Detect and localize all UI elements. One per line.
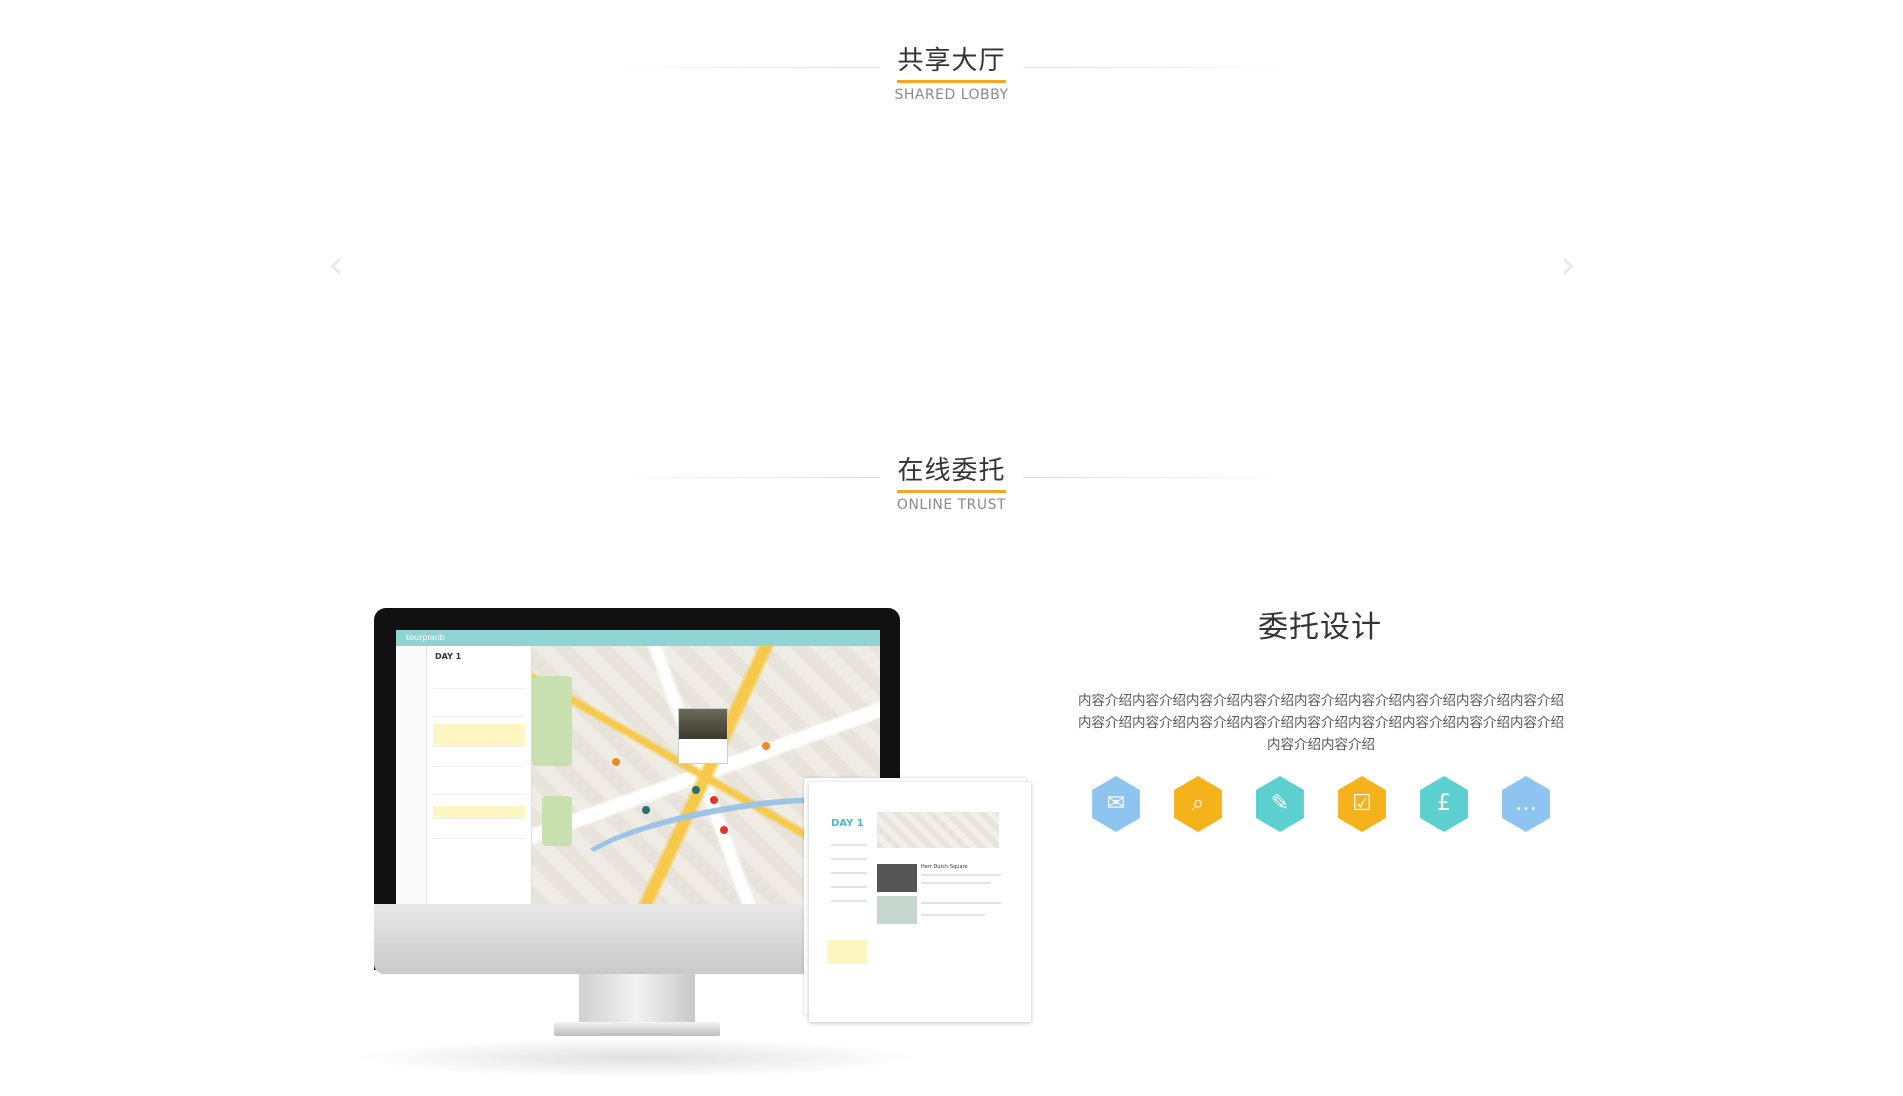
sheet-text-line — [921, 902, 1001, 904]
monitor-stand-foot — [554, 1022, 720, 1036]
map-pin — [762, 742, 770, 750]
app-sidebar — [396, 646, 427, 904]
map-pin — [642, 806, 650, 814]
sheet-text-line — [831, 886, 867, 888]
sheet-text-line — [921, 882, 991, 884]
chat-icon[interactable]: … — [1502, 776, 1550, 832]
edit-icon-glyph: ✎ — [1270, 791, 1290, 816]
sheet-place-title: Herr Dutch Square — [921, 864, 968, 870]
divider-right — [1023, 67, 1303, 68]
feature-title: 委托设计 — [1258, 610, 1382, 645]
sheet-text-line — [831, 844, 867, 846]
list-item — [433, 676, 525, 689]
sheet-day-label: DAY 1 — [831, 818, 864, 829]
sheet-text-line — [921, 914, 985, 916]
map-pin — [692, 786, 700, 794]
carousel-next-arrow-icon[interactable]: › — [1560, 245, 1576, 285]
divider-right — [1023, 477, 1303, 478]
sheet-text-line — [831, 900, 867, 902]
app-day-label: DAY 1 — [435, 652, 462, 661]
list-item — [433, 806, 525, 819]
list-item — [433, 724, 525, 747]
checklist-icon-glyph: ☑ — [1352, 791, 1372, 816]
app-itinerary-list: DAY 1 — [427, 646, 532, 904]
app-logo: tourplanb — [406, 633, 445, 642]
online-trust-header: 在线委托 ONLINE TRUST — [0, 454, 1903, 513]
chat-icon-glyph: … — [1515, 791, 1537, 816]
sheet-text-line — [921, 874, 1001, 876]
list-item — [433, 782, 525, 795]
edit-icon[interactable]: ✎ — [1256, 776, 1304, 832]
feature-icon-row: ✉ ⌕ ✎ ☑ £ … — [1090, 776, 1560, 832]
sheet-text-line — [831, 872, 867, 874]
map-park — [542, 796, 572, 846]
carousel-prev-arrow-icon[interactable]: ‹ — [328, 245, 344, 285]
sheet-map — [877, 812, 999, 848]
online-trust-title: 在线委托 — [897, 454, 1006, 493]
map-pin — [710, 796, 718, 804]
divider-left — [600, 477, 880, 478]
list-item — [433, 704, 525, 717]
sheet-photo — [877, 864, 917, 892]
monitor-stand-neck — [579, 974, 695, 1026]
sheet-note — [827, 940, 867, 964]
map-pin — [720, 826, 728, 834]
monitor-shadow — [354, 1038, 920, 1078]
sheet-text-line — [831, 858, 867, 860]
shared-lobby-title: 共享大厅 — [897, 44, 1006, 83]
app-header-bar: tourplanb — [396, 630, 880, 646]
money-bag-icon[interactable]: £ — [1420, 776, 1468, 832]
online-trust-subtitle: ONLINE TRUST — [896, 497, 1007, 513]
feature-description: 内容介绍内容介绍内容介绍内容介绍内容介绍内容介绍内容介绍内容介绍内容介绍内容介绍… — [1078, 693, 1564, 753]
checklist-icon[interactable]: ☑ — [1338, 776, 1386, 832]
map-pin — [612, 758, 620, 766]
map-popup — [678, 708, 728, 764]
map-park — [532, 676, 572, 766]
shared-lobby-subtitle: SHARED LOBBY — [894, 87, 1009, 103]
sheet-photo — [877, 896, 917, 924]
itinerary-sheet: DAY 1 Herr Dutch Square — [809, 782, 1031, 1022]
search-doc-icon-glyph: ⌕ — [1191, 791, 1205, 816]
shared-lobby-header: 共享大厅 SHARED LOBBY — [0, 44, 1903, 103]
mail-icon-glyph: ✉ — [1106, 791, 1126, 816]
mail-icon[interactable]: ✉ — [1092, 776, 1140, 832]
money-bag-icon-glyph: £ — [1437, 791, 1451, 816]
search-doc-icon[interactable]: ⌕ — [1174, 776, 1222, 832]
list-item — [433, 826, 525, 839]
list-item — [433, 754, 525, 767]
divider-left — [600, 67, 880, 68]
popup-photo — [679, 709, 727, 739]
